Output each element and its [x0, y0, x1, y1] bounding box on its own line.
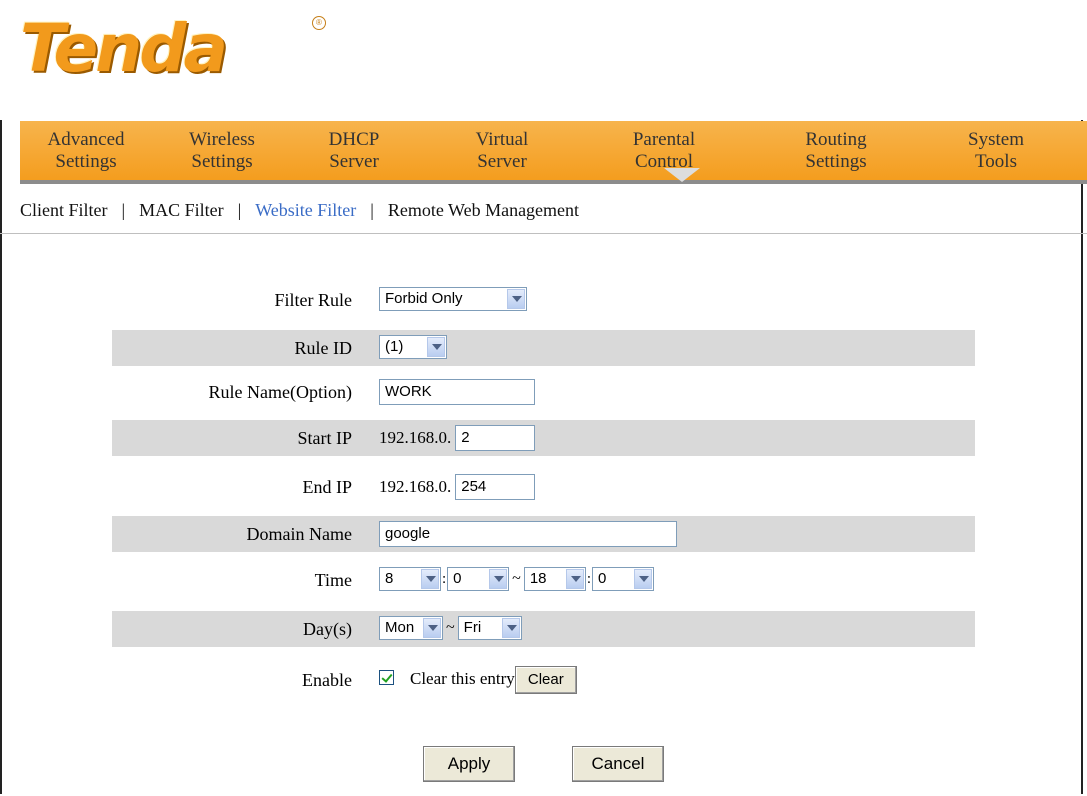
rule-id-label: Rule ID	[294, 338, 353, 358]
start-day-value: Mon	[385, 619, 415, 636]
filter-rule-select[interactable]: Forbid Only	[379, 287, 527, 311]
start-ip-input[interactable]: 2	[455, 425, 536, 451]
rule-id-value: (1)	[385, 338, 404, 355]
end-ip-input[interactable]: 254	[455, 474, 536, 500]
end-hour-select[interactable]: 18	[523, 567, 586, 591]
registered-mark: ®	[312, 16, 326, 30]
nav-advanced-settings[interactable]: Advanced Settings	[24, 129, 148, 179]
start-day-select[interactable]: Mon	[379, 616, 443, 640]
rule-name-input[interactable]: WORK	[379, 379, 535, 405]
filter-rule-label: Filter Rule	[274, 290, 353, 310]
chevron-down-icon	[421, 569, 439, 589]
row-enable: Enable Clear this entry Clear	[112, 662, 975, 698]
start-hour-value: 8	[385, 570, 394, 587]
start-minute-value: 0	[453, 570, 462, 587]
chevron-down-icon	[423, 618, 441, 638]
filter-rule-value: Forbid Only	[385, 290, 463, 307]
end-minute-select[interactable]: 0	[592, 567, 654, 591]
start-minute-select[interactable]: 0	[447, 567, 510, 591]
time-colon: :	[442, 571, 447, 587]
end-hour-value: 18	[529, 570, 547, 587]
tenda-logo: Tenda	[20, 10, 228, 87]
clear-entry-text: Clear this entry	[410, 669, 515, 688]
nav-system-tools[interactable]: System Tools	[934, 129, 1058, 179]
start-ip-label: Start IP	[297, 428, 352, 448]
end-ip-label: End IP	[302, 477, 353, 497]
chevron-down-icon	[489, 569, 508, 589]
nav-routing-settings[interactable]: Routing Settings	[774, 129, 898, 179]
enable-label: Enable	[302, 670, 352, 690]
end-ip-prefix: 192.168.0.	[379, 477, 452, 496]
row-filter-rule: Filter Rule Forbid Only	[112, 282, 975, 318]
row-rule-id: Rule ID (1)	[112, 330, 975, 366]
nav-virtual-server[interactable]: Virtual Server	[440, 129, 564, 179]
subnav-remote-web-management[interactable]: Remote Web Management	[388, 200, 579, 220]
chevron-down-icon	[565, 569, 584, 589]
row-rule-name: Rule Name(Option) WORK	[112, 374, 975, 410]
row-start-ip: Start IP 192.168.0. 2	[112, 420, 975, 456]
time-colon: :	[586, 571, 591, 587]
sub-nav: Client Filter | MAC Filter | Website Filter |…	[20, 196, 579, 224]
cancel-button[interactable]: Cancel	[572, 746, 664, 782]
domain-name-label: Domain Name	[246, 524, 352, 544]
end-day-select[interactable]: Fri	[457, 616, 522, 640]
subnav-divider	[0, 233, 1087, 234]
subnav-client-filter[interactable]: Client Filter	[20, 200, 108, 220]
subnav-website-filter[interactable]: Website Filter	[255, 200, 356, 220]
days-label: Day(s)	[303, 619, 352, 639]
header: Tenda ®	[0, 0, 1087, 120]
chevron-down-icon	[427, 337, 445, 357]
clear-button[interactable]: Clear	[514, 666, 577, 694]
enable-checkbox[interactable]	[379, 670, 394, 685]
days-range-separator: ~	[446, 619, 455, 636]
start-ip-prefix: 192.168.0.	[379, 428, 452, 447]
chevron-down-icon	[507, 289, 525, 309]
subnav-separator: |	[121, 200, 126, 220]
row-days: Day(s) Mon ~ Fri	[112, 611, 975, 647]
domain-name-input[interactable]: google	[379, 521, 677, 547]
apply-button[interactable]: Apply	[423, 746, 515, 782]
subnav-separator: |	[237, 200, 242, 220]
active-nav-indicator	[664, 168, 700, 182]
rule-name-label: Rule Name(Option)	[208, 382, 352, 402]
row-end-ip: End IP 192.168.0. 254	[112, 469, 975, 505]
chevron-down-icon	[501, 618, 520, 638]
nav-wireless-settings[interactable]: Wireless Settings	[160, 129, 284, 179]
time-range-separator: ~	[512, 570, 521, 587]
chevron-down-icon	[634, 569, 652, 589]
start-hour-select[interactable]: 8	[379, 567, 441, 591]
nav-dhcp-server[interactable]: DHCP Server	[292, 129, 416, 179]
end-day-value: Fri	[463, 619, 482, 636]
row-time: Time 8 : 0 ~ 18 : 0	[112, 562, 975, 598]
row-domain-name: Domain Name google	[112, 516, 975, 552]
time-label: Time	[314, 570, 352, 590]
end-minute-value: 0	[598, 570, 607, 587]
main-nav: Advanced Settings Wireless Settings DHCP…	[20, 121, 1087, 184]
subnav-mac-filter[interactable]: MAC Filter	[139, 200, 224, 220]
subnav-separator: |	[370, 200, 374, 220]
rule-id-select[interactable]: (1)	[379, 335, 447, 359]
